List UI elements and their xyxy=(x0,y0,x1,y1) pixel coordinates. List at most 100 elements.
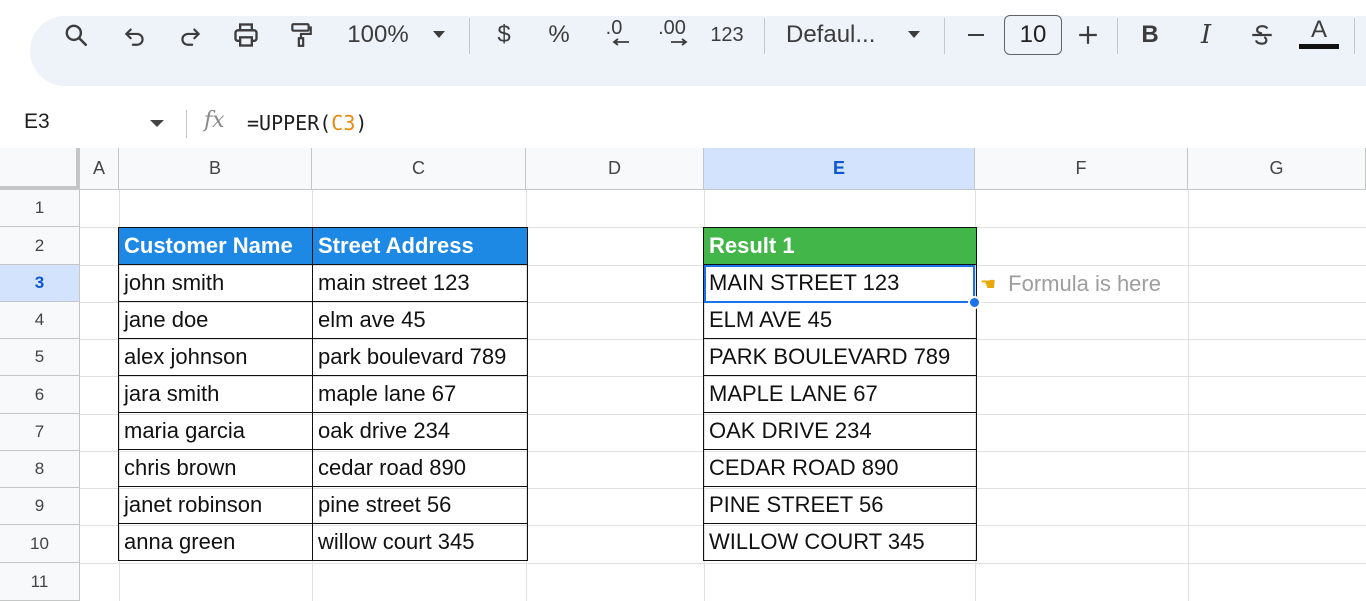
italic-button[interactable]: I xyxy=(1192,0,1220,70)
cell[interactable]: chris brown xyxy=(118,449,313,487)
source-table: Customer Name Street Address john smith m… xyxy=(118,227,528,561)
cell[interactable]: MAPLE LANE 67 xyxy=(703,375,977,413)
row-header-4[interactable]: 4 xyxy=(0,302,80,339)
cell[interactable]: pine street 56 xyxy=(312,486,528,524)
print-icon xyxy=(234,23,258,47)
cell[interactable]: jara smith xyxy=(118,375,313,413)
row-header-2[interactable]: 2 xyxy=(0,227,80,265)
search-menus-button[interactable] xyxy=(58,0,94,70)
minus-icon xyxy=(968,34,984,36)
redo-button[interactable] xyxy=(172,0,208,70)
cell[interactable]: park boulevard 789 xyxy=(312,338,528,376)
undo-icon xyxy=(125,28,144,46)
cell[interactable]: cedar road 890 xyxy=(312,449,528,487)
cell[interactable]: PARK BOULEVARD 789 xyxy=(703,338,977,376)
header-cell-street-address[interactable]: Street Address xyxy=(312,227,528,265)
cell[interactable]: MAIN STREET 123 xyxy=(703,264,977,302)
row-header-1[interactable]: 1 xyxy=(0,190,80,227)
number-format-button[interactable]: 123 xyxy=(706,0,748,70)
cell[interactable]: main street 123 xyxy=(312,264,528,302)
percent-format-button[interactable]: % xyxy=(544,0,574,70)
header-cell-result-1[interactable]: Result 1 xyxy=(703,227,977,265)
cell[interactable]: john smith xyxy=(118,264,313,302)
cell[interactable]: willow court 345 xyxy=(312,523,528,561)
row-header-10[interactable]: 10 xyxy=(0,525,80,563)
zoom-value: 100% xyxy=(347,21,409,48)
percent-label: % xyxy=(548,21,570,48)
row-header-6[interactable]: 6 xyxy=(0,376,80,414)
toolbar-divider xyxy=(1354,18,1355,54)
font-family-dropdown-button[interactable] xyxy=(903,0,925,70)
paint-format-button[interactable] xyxy=(283,0,319,70)
print-button[interactable] xyxy=(228,0,264,70)
row-header-11[interactable]: 11 xyxy=(0,563,80,601)
arrow-right-icon xyxy=(671,38,688,46)
row-header-8[interactable]: 8 xyxy=(0,451,80,488)
cell[interactable]: elm ave 45 xyxy=(312,301,528,339)
header-cell-customer-name[interactable]: Customer Name xyxy=(118,227,313,265)
bold-button[interactable]: B xyxy=(1136,0,1164,70)
column-header-a[interactable]: A xyxy=(80,148,119,190)
cell[interactable]: alex johnson xyxy=(118,338,313,376)
table-row: jara smith maple lane 67 xyxy=(118,375,528,413)
table-row: PINE STREET 56 xyxy=(703,486,977,524)
formula-suffix: ) xyxy=(355,111,368,135)
row-header-5[interactable]: 5 xyxy=(0,339,80,376)
cell[interactable]: maria garcia xyxy=(118,412,313,450)
decrease-decimal-button[interactable]: .0 xyxy=(596,0,632,70)
formula-input[interactable]: =UPPER(C3) xyxy=(247,111,367,135)
toolbar-divider xyxy=(1117,18,1118,54)
cell[interactable]: anna green xyxy=(118,523,313,561)
fill-handle[interactable] xyxy=(968,296,981,309)
font-family-select[interactable]: Defaul... xyxy=(786,0,886,70)
table-row: alex johnson park boulevard 789 xyxy=(118,338,528,376)
number-format-label: 123 xyxy=(710,23,744,46)
cell[interactable]: WILLOW COURT 345 xyxy=(703,523,977,561)
column-header-c[interactable]: C xyxy=(312,148,526,190)
column-header-g[interactable]: G xyxy=(1188,148,1366,190)
column-header-e[interactable]: E xyxy=(704,148,975,190)
text-color-button[interactable]: A xyxy=(1298,0,1340,70)
cell[interactable]: oak drive 234 xyxy=(312,412,528,450)
row-header-9[interactable]: 9 xyxy=(0,488,80,525)
strikethrough-icon xyxy=(1252,25,1272,45)
select-all-corner[interactable] xyxy=(0,148,80,190)
spreadsheet-grid[interactable]: A B C D E F G 1 2 3 4 5 6 7 8 9 10 11 Cu… xyxy=(0,148,1366,601)
gridline xyxy=(1188,190,1189,601)
zoom-dropdown-button[interactable] xyxy=(428,0,450,70)
table-row: chris brown cedar road 890 xyxy=(118,449,528,487)
undo-button[interactable] xyxy=(117,0,153,70)
currency-format-button[interactable]: $ xyxy=(490,0,518,70)
table-row: john smith main street 123 xyxy=(118,264,528,302)
row-header-3[interactable]: 3 xyxy=(0,265,80,302)
decrease-font-size-button[interactable] xyxy=(962,0,990,70)
increase-decimal-button[interactable]: .00 xyxy=(652,0,692,70)
font-size-input[interactable]: 10 xyxy=(1004,15,1062,55)
formula-prefix: =UPPER( xyxy=(247,111,332,135)
zoom-select[interactable]: 100% xyxy=(338,0,418,70)
pointing-hand-icon: ☚ xyxy=(980,273,997,294)
cell[interactable]: jane doe xyxy=(118,301,313,339)
cell[interactable]: OAK DRIVE 234 xyxy=(703,412,977,450)
column-header-b[interactable]: B xyxy=(119,148,312,190)
cell[interactable]: janet robinson xyxy=(118,486,313,524)
strikethrough-button[interactable] xyxy=(1246,0,1278,70)
plus-icon xyxy=(1079,26,1097,44)
table-row: OAK DRIVE 234 xyxy=(703,412,977,450)
row-header-7[interactable]: 7 xyxy=(0,414,80,451)
toolbar-divider xyxy=(944,18,945,54)
bold-label: B xyxy=(1141,21,1159,48)
cell[interactable]: PINE STREET 56 xyxy=(703,486,977,524)
column-header-d[interactable]: D xyxy=(526,148,704,190)
cell[interactable]: ELM AVE 45 xyxy=(703,301,977,339)
decrease-decimal-label: .0 xyxy=(605,17,623,39)
name-box[interactable]: E3 xyxy=(24,110,50,134)
cell[interactable]: CEDAR ROAD 890 xyxy=(703,449,977,487)
column-header-f[interactable]: F xyxy=(975,148,1188,190)
name-box-dropdown-icon[interactable] xyxy=(150,120,164,127)
cell[interactable]: maple lane 67 xyxy=(312,375,528,413)
result-table: Result 1 MAIN STREET 123 ELM AVE 45 PARK… xyxy=(703,227,977,561)
table-row: MAIN STREET 123 xyxy=(703,264,977,302)
increase-font-size-button[interactable] xyxy=(1074,0,1102,70)
search-icon xyxy=(65,24,88,47)
